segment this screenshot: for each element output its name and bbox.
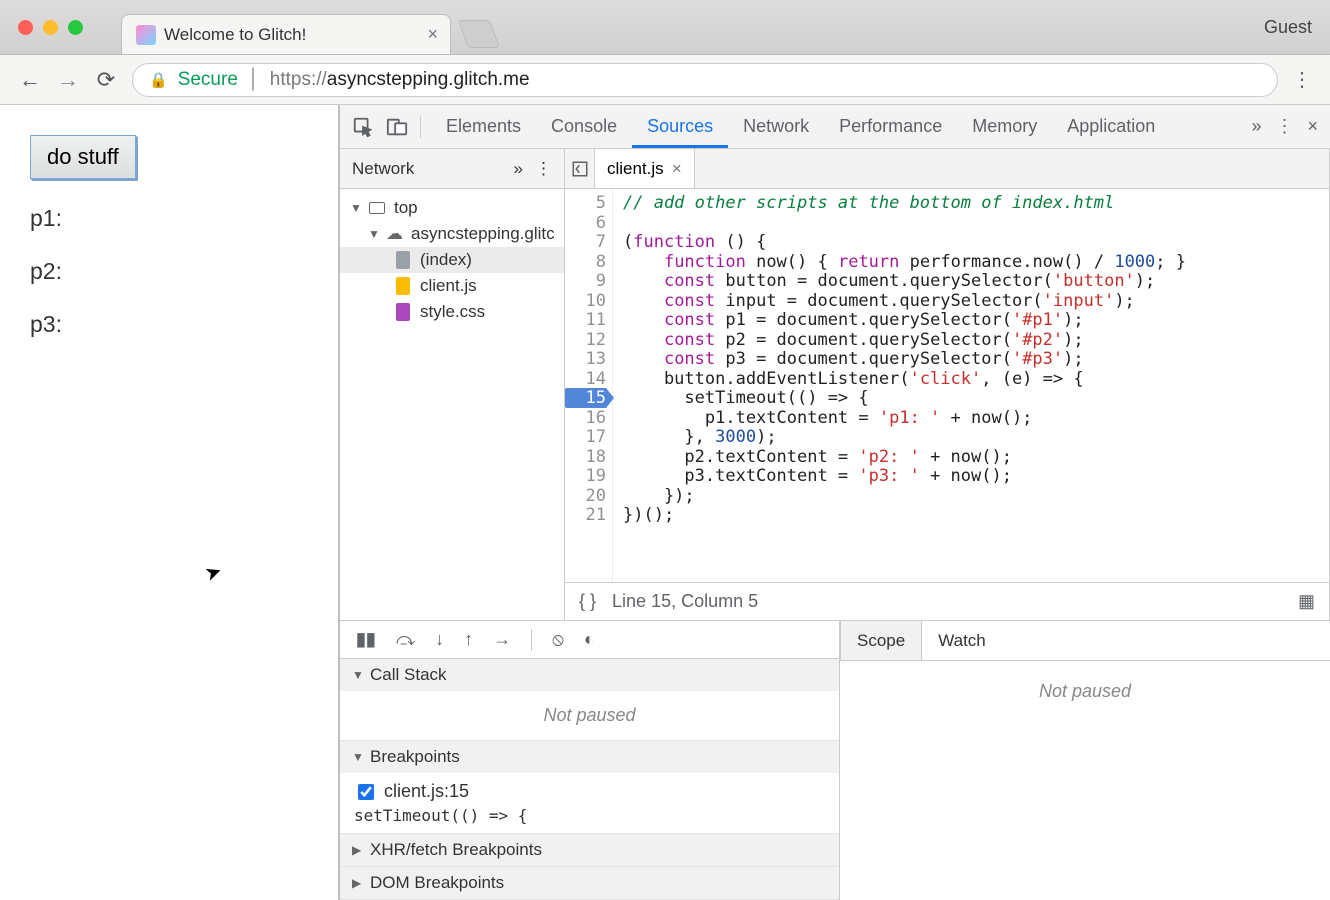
code-lines[interactable]: // add other scripts at the bottom of in… xyxy=(613,189,1186,582)
p3-output: p3: xyxy=(30,311,308,338)
omnibox[interactable]: 🔒 Secure │ https://asyncstepping.glitch.… xyxy=(132,63,1278,97)
step-over-button[interactable]: ⤼ xyxy=(396,629,415,650)
devtools-tabs: ElementsConsoleSourcesNetworkPerformance… xyxy=(340,105,1330,149)
tree-file[interactable]: client.js xyxy=(340,273,564,299)
devtools-tab-console[interactable]: Console xyxy=(536,106,632,148)
navigator-overflow-icon[interactable]: » xyxy=(514,159,523,179)
maximize-window-button[interactable] xyxy=(68,20,83,35)
navigator-tab[interactable]: Network xyxy=(352,159,414,179)
watch-tab[interactable]: Watch xyxy=(922,621,1002,660)
url-scheme: https:// xyxy=(270,69,327,90)
inspect-element-icon[interactable] xyxy=(352,116,374,138)
browser-tab[interactable]: Welcome to Glitch! × xyxy=(121,14,451,54)
lock-icon: 🔒 xyxy=(149,71,168,89)
xhr-breakpoints-header[interactable]: ▶XHR/fetch Breakpoints xyxy=(340,834,839,866)
editor-file-tab[interactable]: client.js × xyxy=(595,149,695,188)
file-tree: ▼ top ▼ asyncstepping.glitc (index)clien… xyxy=(340,189,564,325)
close-window-button[interactable] xyxy=(18,20,33,35)
breakpoint-item[interactable]: client.js:15 xyxy=(354,781,825,802)
p1-output: p1: xyxy=(30,205,308,232)
address-bar-row: ← → ⟳ 🔒 Secure │ https://asyncstepping.g… xyxy=(0,55,1330,105)
line-gutter[interactable]: 56789101112131415161718192021 xyxy=(565,189,613,582)
back-button[interactable]: ← xyxy=(18,67,42,93)
step-button[interactable]: → xyxy=(493,629,511,650)
tab-title: Welcome to Glitch! xyxy=(164,25,419,45)
cursor-position: Line 15, Column 5 xyxy=(612,591,758,612)
url-host: asyncstepping.glitch.me xyxy=(327,69,530,90)
devtools-tab-memory[interactable]: Memory xyxy=(957,106,1052,148)
forward-button: → xyxy=(56,67,80,93)
chrome-tab-strip: Welcome to Glitch! × Guest xyxy=(0,0,1330,55)
coverage-toggle-icon[interactable]: ▦ xyxy=(1298,591,1315,612)
navigator-menu-icon[interactable]: ⋮ xyxy=(535,159,552,179)
debugger-pane: ▮▮ ⤼ ↓ ↑ → ⦸ ◐ ▼Call Stack Not paused xyxy=(340,620,1330,900)
devtools-tab-application[interactable]: Application xyxy=(1052,106,1170,148)
devtools-tab-sources[interactable]: Sources xyxy=(632,106,728,148)
scope-tab[interactable]: Scope xyxy=(840,621,922,660)
step-out-button[interactable]: ↑ xyxy=(464,629,473,650)
pause-on-exceptions-button[interactable]: ◐ xyxy=(584,629,595,650)
tree-top[interactable]: ▼ top xyxy=(340,195,564,221)
p2-output: p2: xyxy=(30,258,308,285)
tree-file[interactable]: (index) xyxy=(340,247,564,273)
step-into-button[interactable]: ↓ xyxy=(435,629,444,650)
devtools-menu-icon[interactable]: ⋮ xyxy=(1275,116,1293,137)
close-tab-icon[interactable]: × xyxy=(427,24,438,45)
chrome-menu-icon[interactable]: ⋮ xyxy=(1292,67,1312,92)
reload-button[interactable]: ⟳ xyxy=(94,67,118,93)
deactivate-breakpoints-button[interactable]: ⦸ xyxy=(552,629,564,650)
devtools-close-icon[interactable]: × xyxy=(1307,116,1318,137)
call-stack-header[interactable]: ▼Call Stack xyxy=(340,659,839,691)
breakpoint-code-preview: setTimeout(() => { xyxy=(354,802,825,825)
navigator-pane: Network » ⋮ ▼ top ▼ asyncstepping.glitc xyxy=(340,149,565,620)
breakpoint-checkbox[interactable] xyxy=(358,784,374,800)
secure-label: Secure xyxy=(178,69,238,91)
debugger-toolbar: ▮▮ ⤼ ↓ ↑ → ⦸ ◐ xyxy=(340,621,839,659)
minimize-window-button[interactable] xyxy=(43,20,58,35)
profile-label[interactable]: Guest xyxy=(1264,17,1312,38)
call-stack-empty: Not paused xyxy=(340,691,839,740)
glitch-favicon xyxy=(136,25,156,45)
close-file-tab-icon[interactable]: × xyxy=(672,159,682,179)
devtools-tab-network[interactable]: Network xyxy=(728,106,824,148)
devtools-panel: ElementsConsoleSourcesNetworkPerformance… xyxy=(340,105,1330,900)
pause-button[interactable]: ▮▮ xyxy=(356,629,376,650)
code-editor: client.js × 5678910111213141516171819202… xyxy=(565,149,1330,620)
do-stuff-button[interactable]: do stuff xyxy=(30,135,136,179)
devtools-tab-elements[interactable]: Elements xyxy=(431,106,536,148)
scope-empty: Not paused xyxy=(840,661,1330,900)
device-toggle-icon[interactable] xyxy=(386,116,408,138)
editor-nav-icon[interactable] xyxy=(565,149,595,188)
new-tab-button[interactable] xyxy=(458,20,500,48)
tree-domain[interactable]: ▼ asyncstepping.glitc xyxy=(340,221,564,247)
breakpoints-header[interactable]: ▼Breakpoints xyxy=(340,741,839,773)
page-viewport: do stuff p1: p2: p3: xyxy=(0,105,340,900)
devtools-tab-performance[interactable]: Performance xyxy=(824,106,957,148)
dom-breakpoints-header[interactable]: ▶DOM Breakpoints xyxy=(340,867,839,899)
format-code-icon[interactable]: { } xyxy=(579,591,596,612)
tree-file[interactable]: style.css xyxy=(340,299,564,325)
overflow-tabs-icon[interactable]: » xyxy=(1251,116,1261,137)
